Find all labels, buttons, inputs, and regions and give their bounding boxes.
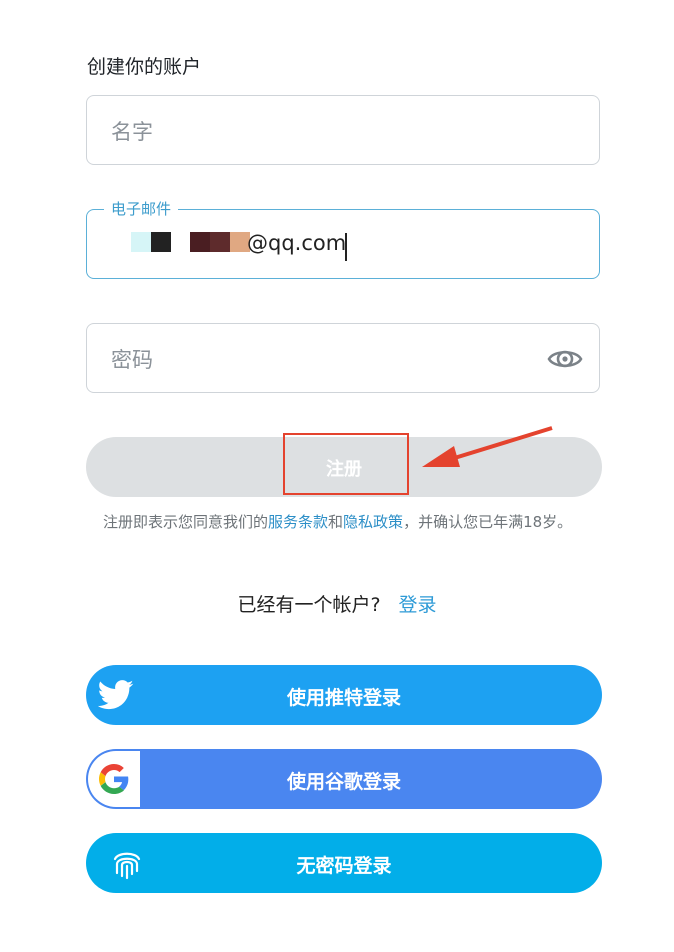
twitter-login-button[interactable]: 使用推特登录 (86, 665, 602, 725)
terms-notice: 注册即表示您同意我们的服务条款和隐私政策，并确认您已年满18岁。 (103, 510, 583, 535)
terms-and: 和 (328, 513, 344, 531)
email-field[interactable]: 电子邮件 @qq.com (86, 200, 600, 279)
name-placeholder: 名字 (111, 120, 153, 144)
annotation-highlight-box (283, 433, 409, 495)
form-heading: 创建你的账户 (87, 56, 202, 78)
passwordless-login-label: 无密码登录 (296, 855, 392, 877)
redacted-pixel (190, 232, 210, 252)
twitter-login-label: 使用推特登录 (286, 687, 401, 709)
google-login-button[interactable]: 使用谷歌登录 (86, 749, 602, 809)
text-caret (345, 233, 347, 261)
google-login-label: 使用谷歌登录 (286, 771, 401, 793)
name-field[interactable]: 名字 (86, 95, 600, 165)
privacy-policy-link[interactable]: 隐私政策 (343, 513, 403, 531)
redacted-pixel (151, 232, 171, 252)
login-link[interactable]: 登录 (399, 594, 437, 616)
password-placeholder: 密码 (111, 348, 153, 372)
login-prompt-text: 已经有一个帐户? (237, 594, 381, 616)
password-field[interactable]: 密码 (86, 323, 600, 393)
email-value: @qq.com (247, 231, 347, 255)
passwordless-login-button[interactable]: 无密码登录 (86, 833, 602, 893)
eye-icon[interactable] (547, 341, 583, 377)
redacted-pixel (210, 232, 230, 252)
terms-of-service-link[interactable]: 服务条款 (268, 513, 328, 531)
email-label: 电子邮件 (104, 200, 179, 218)
terms-suffix: ，并确认您已年满18岁。 (403, 513, 573, 531)
terms-prefix: 注册即表示您同意我们的 (103, 513, 269, 531)
login-prompt: 已经有一个帐户? 登录 (0, 590, 674, 617)
annotation-arrow (422, 426, 553, 467)
redacted-pixel (131, 232, 151, 252)
